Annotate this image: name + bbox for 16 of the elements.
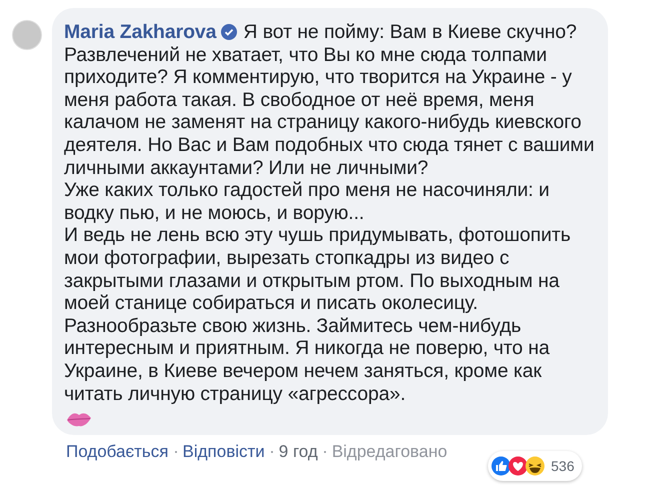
author-link[interactable]: Maria Zakharova xyxy=(64,21,216,43)
lips-emoji-icon xyxy=(66,411,92,428)
action-link[interactable]: Відповісти xyxy=(182,439,265,465)
action-link[interactable]: Подобається xyxy=(66,439,168,465)
comment-text: Уже каких только гадостей про меня не насочиняли: и водку пью, и не моюсь, и ворую... xyxy=(64,179,550,224)
comment-text: Разнообразьте свою жизнь. Займитесь чем-нибудь интересным и приятным. Я никогда не поверю, что на Украине, в Киеве вечером нечем заняться, кроме как читать личную страницу «агрессора». xyxy=(64,314,551,406)
like-reaction-icon xyxy=(491,456,511,476)
comment-text: Maria Zakharova Я вот не пойму: Вам в Киеве скучно? Развлечений не хватает, что Вы ко мне сюда толпами приходите? Я комментирую, что творится на Украине - у меня работа такая. В свободное от неё время, меня калачом не заменят на страницу какого-нибудь киевского деятеля. Но Вас и Вам подобных что сюда тянет с вашими личными аккаунтами? Или не личными? xyxy=(64,21,596,180)
timestamp[interactable]: 9 год xyxy=(278,439,318,465)
reaction-summary[interactable]: 536 xyxy=(488,451,582,481)
laughing-reaction-icon xyxy=(525,456,545,476)
avatar[interactable] xyxy=(12,20,42,50)
comment-text: И ведь не лень всю эту чушь придумывать, фотошопить мои фотографии, вырезать стопкадры из видео с закрытыми глазами и открытым ртом. По выходным на моей станице собираться и писать околесицу. xyxy=(64,224,572,315)
edited-label: Відредаговано xyxy=(332,441,448,464)
love-reaction-icon xyxy=(508,456,528,476)
reaction-count: 536 xyxy=(551,456,574,476)
